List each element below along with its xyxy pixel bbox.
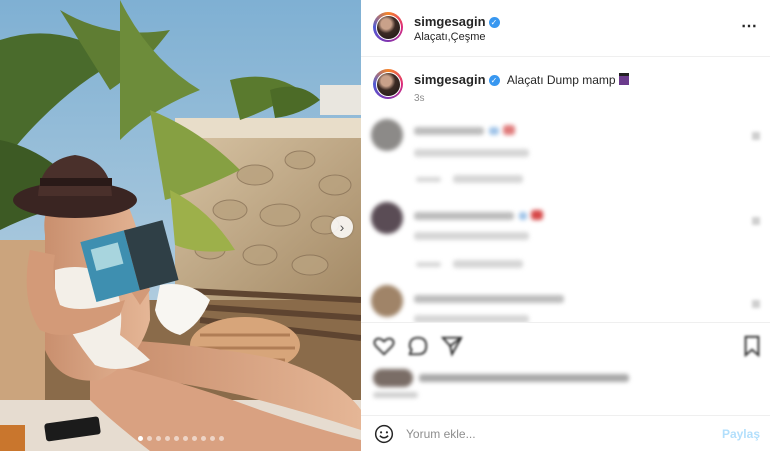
carousel-dot [165,436,170,441]
caption-timestamp: 3s [414,93,425,104]
emoji-icon[interactable] [374,424,394,444]
caption-avatar[interactable] [373,69,403,99]
comment-emoji-redacted [503,125,515,135]
comment-avatar [371,119,403,151]
share-icon[interactable] [441,335,463,357]
post-header: simgesagin ✓ Alaçatı,Çeşme ⋯ [361,0,770,57]
comment-emoji-redacted [519,212,527,220]
carousel-dot [183,436,188,441]
post-photo: › [0,0,361,451]
comment-text-redacted [414,295,564,303]
heart-icon[interactable] [752,300,760,308]
comment-avatar [371,285,403,317]
post-date-redacted [373,392,418,398]
comment-emoji-redacted [531,210,543,220]
carousel-dot [192,436,197,441]
comment-input[interactable] [406,425,706,443]
comment-meta-redacted [414,149,529,157]
carousel-indicator [138,436,224,441]
comment-meta-redacted [414,232,529,240]
reply-line-redacted [416,262,441,267]
more-options-icon[interactable]: ⋯ [741,16,758,36]
photo-scene [0,0,361,451]
avatar[interactable] [373,12,403,42]
caption: simgesagin ✓ Alaçatı Dump mamp [414,72,629,87]
carousel-dot [147,436,152,441]
post-side-panel: simgesagin ✓ Alaçatı,Çeşme ⋯ simgesagin ✓ … [361,0,770,451]
clapperboard-icon [618,73,629,85]
carousel-dot [138,436,143,441]
post-actions [361,322,770,408]
heart-icon[interactable] [752,132,760,140]
comment-emoji-redacted [489,127,499,135]
carousel-dot [210,436,215,441]
comment-text-redacted [414,127,484,135]
username-link[interactable]: simgesagin [414,14,486,29]
reply-line-redacted [416,177,441,182]
comment-meta-redacted [414,315,529,322]
verified-icon: ✓ [488,17,500,28]
carousel-dot [156,436,161,441]
add-comment-bar: Paylaş [361,415,770,452]
view-replies-redacted [453,260,523,268]
caption-text: Alaçatı Dump mamp [506,73,616,87]
heart-icon[interactable] [373,335,395,357]
bookmark-icon[interactable] [741,335,763,357]
post-comment-button[interactable]: Paylaş [722,427,760,441]
heart-icon[interactable] [752,217,760,225]
caption-username[interactable]: simgesagin [414,72,486,87]
header-username-row: simgesagin ✓ [414,13,500,31]
comment-text-redacted [414,212,514,220]
carousel-dot [174,436,179,441]
liked-by-avatars[interactable] [373,369,413,387]
carousel-next-button[interactable]: › [331,216,353,238]
comment-icon[interactable] [407,335,429,357]
location-link[interactable]: Alaçatı,Çeşme [414,31,486,43]
chevron-right-icon: › [339,219,345,235]
likes-summary-redacted[interactable] [419,374,629,382]
comments-list[interactable]: simgesagin ✓ Alaçatı Dump mamp 3s [361,57,770,322]
verified-icon: ✓ [488,75,500,86]
carousel-dot [219,436,224,441]
carousel-dot [201,436,206,441]
comment-avatar [371,202,403,234]
view-replies-redacted [453,175,523,183]
